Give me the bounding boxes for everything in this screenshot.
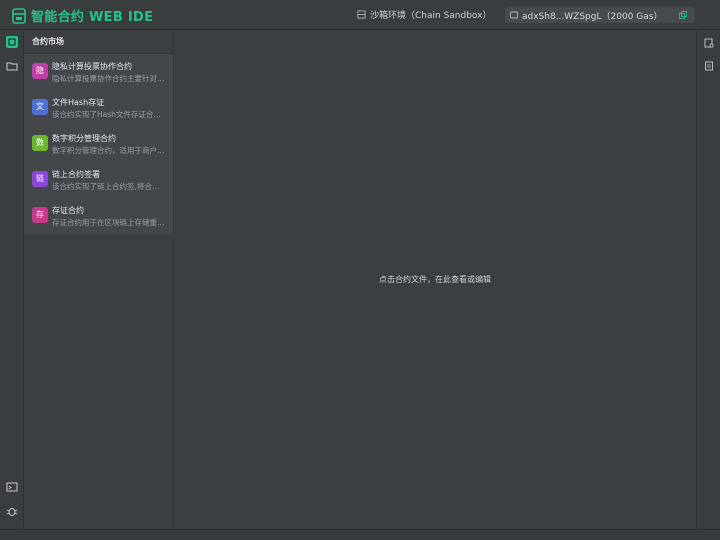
contract-market-panel: 合约市场 隐 隐私计算投票协作合约 隐私计算投票协作合约主要针对隐私计算场景 文… bbox=[24, 31, 174, 529]
doc-icon[interactable] bbox=[704, 61, 714, 71]
contract-title: 链上合约签署 bbox=[52, 170, 100, 179]
copy-icon[interactable] bbox=[679, 11, 687, 19]
editor-placeholder: 点击合约文件，在此查看或编辑 bbox=[379, 275, 491, 284]
contract-title: 隐私计算投票协作合约 bbox=[52, 62, 132, 71]
contract-badge: 链 bbox=[32, 171, 48, 187]
contract-badge: 文 bbox=[32, 99, 48, 115]
wallet-icon bbox=[510, 11, 518, 19]
account-field[interactable]: adxSh8...WZSpgL（2000 Gas） bbox=[505, 7, 695, 23]
contract-item[interactable]: 链 链上合约签署 该合约实现了链上合约签,将合约信息上链 bbox=[24, 162, 173, 198]
panel-title: 合约市场 bbox=[24, 31, 173, 54]
folder-icon[interactable] bbox=[6, 60, 18, 72]
contract-title: 存证合约 bbox=[52, 206, 84, 215]
contract-desc: 隐私计算投票协作合约主要针对隐私计算场景 bbox=[52, 74, 166, 83]
app-title: 智能合约 WEB IDE bbox=[31, 10, 154, 25]
account-label: adxSh8...WZSpgL（2000 Gas） bbox=[522, 11, 663, 22]
editor-area[interactable]: 点击合约文件，在此查看或编辑 bbox=[174, 31, 696, 529]
contract-badge: 数 bbox=[32, 135, 48, 151]
contract-logo-icon bbox=[12, 7, 26, 24]
contract-list: 隐 隐私计算投票协作合约 隐私计算投票协作合约主要针对隐私计算场景 文 文件Ha… bbox=[24, 54, 173, 234]
contract-badge: 隐 bbox=[32, 63, 48, 79]
bug-icon[interactable] bbox=[6, 505, 18, 517]
status-bar bbox=[0, 529, 720, 540]
contract-badge: 存 bbox=[32, 207, 48, 223]
activity-bar bbox=[0, 31, 24, 529]
contract-title: 数字积分管理合约 bbox=[52, 134, 116, 143]
contract-item[interactable]: 文 文件Hash存证 该合约实现了Hash文件存证合约的功能 bbox=[24, 90, 173, 126]
contract-desc: 存证合约用于在区块链上存储重要数据 bbox=[52, 218, 166, 227]
contract-desc: 数字积分管理合约，适用于商户积分管理 bbox=[52, 146, 166, 155]
contract-item[interactable]: 隐 隐私计算投票协作合约 隐私计算投票协作合约主要针对隐私计算场景 bbox=[24, 54, 173, 90]
contract-title: 文件Hash存证 bbox=[52, 98, 105, 107]
app-logo: 智能合约 WEB IDE bbox=[11, 6, 153, 25]
market-icon[interactable] bbox=[6, 36, 18, 48]
right-toolbar bbox=[696, 31, 720, 529]
sandbox-icon bbox=[357, 10, 366, 19]
terminal-icon[interactable] bbox=[6, 481, 18, 493]
contract-item[interactable]: 存 存证合约 存证合约用于在区块链上存储重要数据 bbox=[24, 198, 173, 234]
contract-desc: 该合约实现了链上合约签,将合约信息上链 bbox=[52, 182, 166, 191]
contract-item[interactable]: 数 数字积分管理合约 数字积分管理合约，适用于商户积分管理 bbox=[24, 126, 173, 162]
environment-selector[interactable]: 沙箱环境（Chain Sandbox） bbox=[357, 8, 513, 21]
environment-label: 沙箱环境（Chain Sandbox） bbox=[370, 11, 492, 21]
top-bar: 智能合约 WEB IDE 沙箱环境（Chain Sandbox） adxSh8.… bbox=[0, 0, 720, 30]
doc-settings-icon[interactable] bbox=[704, 38, 714, 48]
contract-desc: 该合约实现了Hash文件存证合约的功能 bbox=[52, 110, 166, 119]
